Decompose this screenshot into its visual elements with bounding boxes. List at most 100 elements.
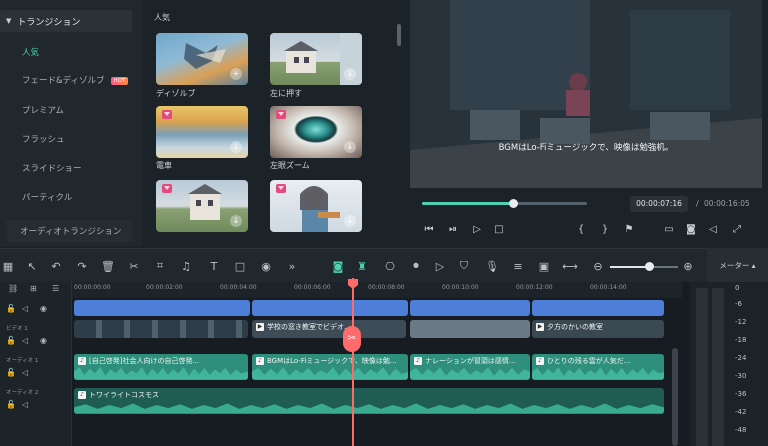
rect-icon[interactable]: □ bbox=[232, 258, 248, 274]
music-clip[interactable]: ♪ トワイライトコスモス bbox=[74, 388, 664, 414]
thumb-push-left[interactable]: ↓ bbox=[270, 33, 362, 85]
audio-clip[interactable]: ♪ BGMはLo-Fiミュージックで、映像は勉... bbox=[252, 354, 408, 380]
playhead[interactable] bbox=[352, 278, 354, 446]
marker-icon[interactable]: ⚑ bbox=[622, 222, 636, 236]
grid-scrollbar[interactable] bbox=[397, 24, 401, 46]
thumb-label: 電車 bbox=[156, 161, 172, 170]
video-clip-text: 夕方のかいの教室 bbox=[547, 323, 603, 331]
color-icon[interactable]: ◉ bbox=[258, 258, 274, 274]
volume-icon[interactable]: ◁ bbox=[22, 304, 28, 313]
video-clip-title: ▶ 学校の窓き教室でビデオ... bbox=[256, 322, 351, 332]
lock-icon[interactable]: 🔓 bbox=[6, 336, 16, 345]
category-item-premium[interactable]: プレミアム bbox=[22, 104, 64, 116]
lock-icon[interactable]: 🔓 bbox=[6, 304, 16, 313]
step-play-icon[interactable]: ⏯ bbox=[446, 222, 460, 236]
audio-clip[interactable]: ♪ ナレーションが冒頭は感情... bbox=[410, 354, 530, 380]
thumb-dissolve[interactable]: + bbox=[156, 33, 248, 85]
audio-clip[interactable]: ♪ ひとりの残る雲が人気だ... bbox=[532, 354, 664, 380]
crop-icon[interactable]: ⌗ bbox=[152, 258, 168, 274]
title-clip[interactable] bbox=[74, 300, 250, 316]
add-track-icon[interactable]: ⊞ bbox=[30, 284, 37, 293]
volume-icon[interactable]: ◁ bbox=[706, 222, 720, 236]
robot-icon[interactable]: ♜ bbox=[354, 258, 370, 274]
mark-out-icon[interactable]: } bbox=[598, 222, 612, 236]
thumb-label: 左に押す bbox=[270, 89, 302, 98]
category-item-popular[interactable]: 人気 bbox=[22, 46, 39, 58]
eye-icon[interactable]: ◉ bbox=[40, 304, 47, 313]
zoom-in-icon[interactable]: ⊕ bbox=[680, 258, 696, 274]
audio-icon[interactable]: ♫ bbox=[178, 258, 194, 274]
category-audio-transition[interactable]: オーディオトランジション bbox=[6, 220, 132, 242]
title-clip[interactable] bbox=[532, 300, 664, 316]
download-icon[interactable]: ↓ bbox=[344, 141, 356, 153]
category-item-fade[interactable]: フェード&ディゾルブ HOT bbox=[22, 74, 129, 86]
waveform bbox=[532, 367, 664, 380]
eye-icon[interactable]: ◉ bbox=[40, 336, 47, 345]
playback-progress[interactable] bbox=[422, 199, 587, 208]
thumb-house[interactable]: ↓ bbox=[156, 180, 248, 232]
thumb-left-eye-zoom[interactable]: ↓ bbox=[270, 106, 362, 158]
zoom-knob[interactable] bbox=[645, 262, 654, 271]
render-icon[interactable]: ⎔ bbox=[382, 258, 398, 274]
mic-icon[interactable]: 🎙 bbox=[484, 258, 500, 274]
timeline-scrollbar[interactable] bbox=[672, 348, 678, 446]
thumb-train[interactable]: ↓ bbox=[156, 106, 248, 158]
download-icon[interactable]: ↓ bbox=[230, 215, 242, 227]
video-clip[interactable]: ▶ 学校の窓き教室でビデオ... bbox=[252, 320, 406, 338]
stop-icon[interactable]: □ bbox=[492, 222, 506, 236]
link-icon[interactable]: ⛓ bbox=[8, 284, 18, 293]
collapse-triangle-icon[interactable]: ▼ bbox=[6, 17, 11, 25]
record-icon[interactable]: ⏺ bbox=[408, 258, 424, 274]
clip-icon[interactable]: ▷ bbox=[432, 258, 448, 274]
add-icon[interactable]: + bbox=[230, 68, 242, 80]
fit-icon[interactable]: ⟷ bbox=[562, 258, 578, 274]
download-icon[interactable]: ↓ bbox=[230, 141, 242, 153]
grid-icon[interactable]: ▦ bbox=[0, 258, 16, 274]
shield-icon[interactable]: ⛉ bbox=[456, 258, 472, 274]
video-clip[interactable]: ▶ 夕方のかいの教室 bbox=[532, 320, 664, 338]
volume-icon[interactable]: ◁ bbox=[22, 400, 28, 409]
volume-icon[interactable]: ◁ bbox=[22, 368, 28, 377]
split-scissors-icon[interactable]: ✂ bbox=[343, 326, 361, 352]
screen-icon[interactable]: ▣ bbox=[536, 258, 552, 274]
play-icon[interactable]: ▷ bbox=[470, 222, 484, 236]
category-item-particle[interactable]: パーティクル bbox=[22, 191, 72, 203]
progress-knob[interactable] bbox=[508, 199, 518, 208]
text-icon[interactable]: T bbox=[206, 258, 222, 274]
meter-tick: -42 bbox=[735, 408, 747, 416]
undo-icon[interactable]: ↶ bbox=[48, 258, 64, 274]
download-icon[interactable]: ↓ bbox=[344, 215, 356, 227]
thumb-anime[interactable]: ↓ bbox=[270, 180, 362, 232]
fullscreen-icon[interactable]: ⤢ bbox=[730, 222, 744, 236]
delete-icon[interactable]: 🗑 bbox=[100, 258, 116, 274]
audio-clip[interactable]: ♪ [自己啓発]社会人向けの自己啓発... bbox=[74, 354, 248, 380]
more-icon[interactable]: » bbox=[284, 258, 300, 274]
snapshot-icon[interactable]: ◙ bbox=[684, 222, 698, 236]
ai-icon[interactable]: ◙ bbox=[330, 258, 346, 274]
download-icon[interactable]: ↓ bbox=[344, 68, 356, 80]
lock-icon[interactable]: 🔓 bbox=[6, 368, 16, 377]
video-clip[interactable] bbox=[74, 320, 248, 338]
category-header[interactable]: ▼ トランジション bbox=[0, 10, 132, 32]
mark-in-icon[interactable]: { bbox=[574, 222, 588, 236]
lock-icon[interactable]: 🔓 bbox=[6, 400, 16, 409]
cut-icon[interactable]: ✂ bbox=[126, 258, 142, 274]
transition-grid: 人気 + ディゾルブ ↓ 左に押す ↓ 電車 ↓ 左眼ズーム ↓ ↓ bbox=[142, 0, 404, 246]
redo-icon[interactable]: ↷ bbox=[74, 258, 90, 274]
zoom-out-icon[interactable]: ⊖ bbox=[590, 258, 606, 274]
meter-toggle[interactable]: メーター ▴ bbox=[707, 248, 768, 282]
title-clip[interactable] bbox=[410, 300, 530, 316]
meter-tick: -12 bbox=[735, 318, 747, 326]
thumb-label: ディゾルブ bbox=[156, 89, 196, 98]
volume-icon[interactable]: ◁ bbox=[22, 336, 28, 345]
category-item-slideshow[interactable]: スライドショー bbox=[22, 162, 82, 174]
title-clip[interactable] bbox=[252, 300, 408, 316]
video-clip[interactable] bbox=[410, 320, 530, 338]
display-icon[interactable]: ▭ bbox=[662, 222, 676, 236]
subtitle-icon[interactable]: ≡ bbox=[510, 258, 526, 274]
select-icon[interactable]: ↖ bbox=[24, 258, 40, 274]
track-settings-icon[interactable]: ☰ bbox=[52, 284, 59, 293]
time-ruler[interactable]: 00:00:00:00 00:00:02:00 00:00:04:00 00:0… bbox=[72, 282, 682, 298]
category-item-flash[interactable]: フラッシュ bbox=[22, 133, 65, 145]
prev-frame-icon[interactable]: ⏮ bbox=[422, 222, 436, 236]
